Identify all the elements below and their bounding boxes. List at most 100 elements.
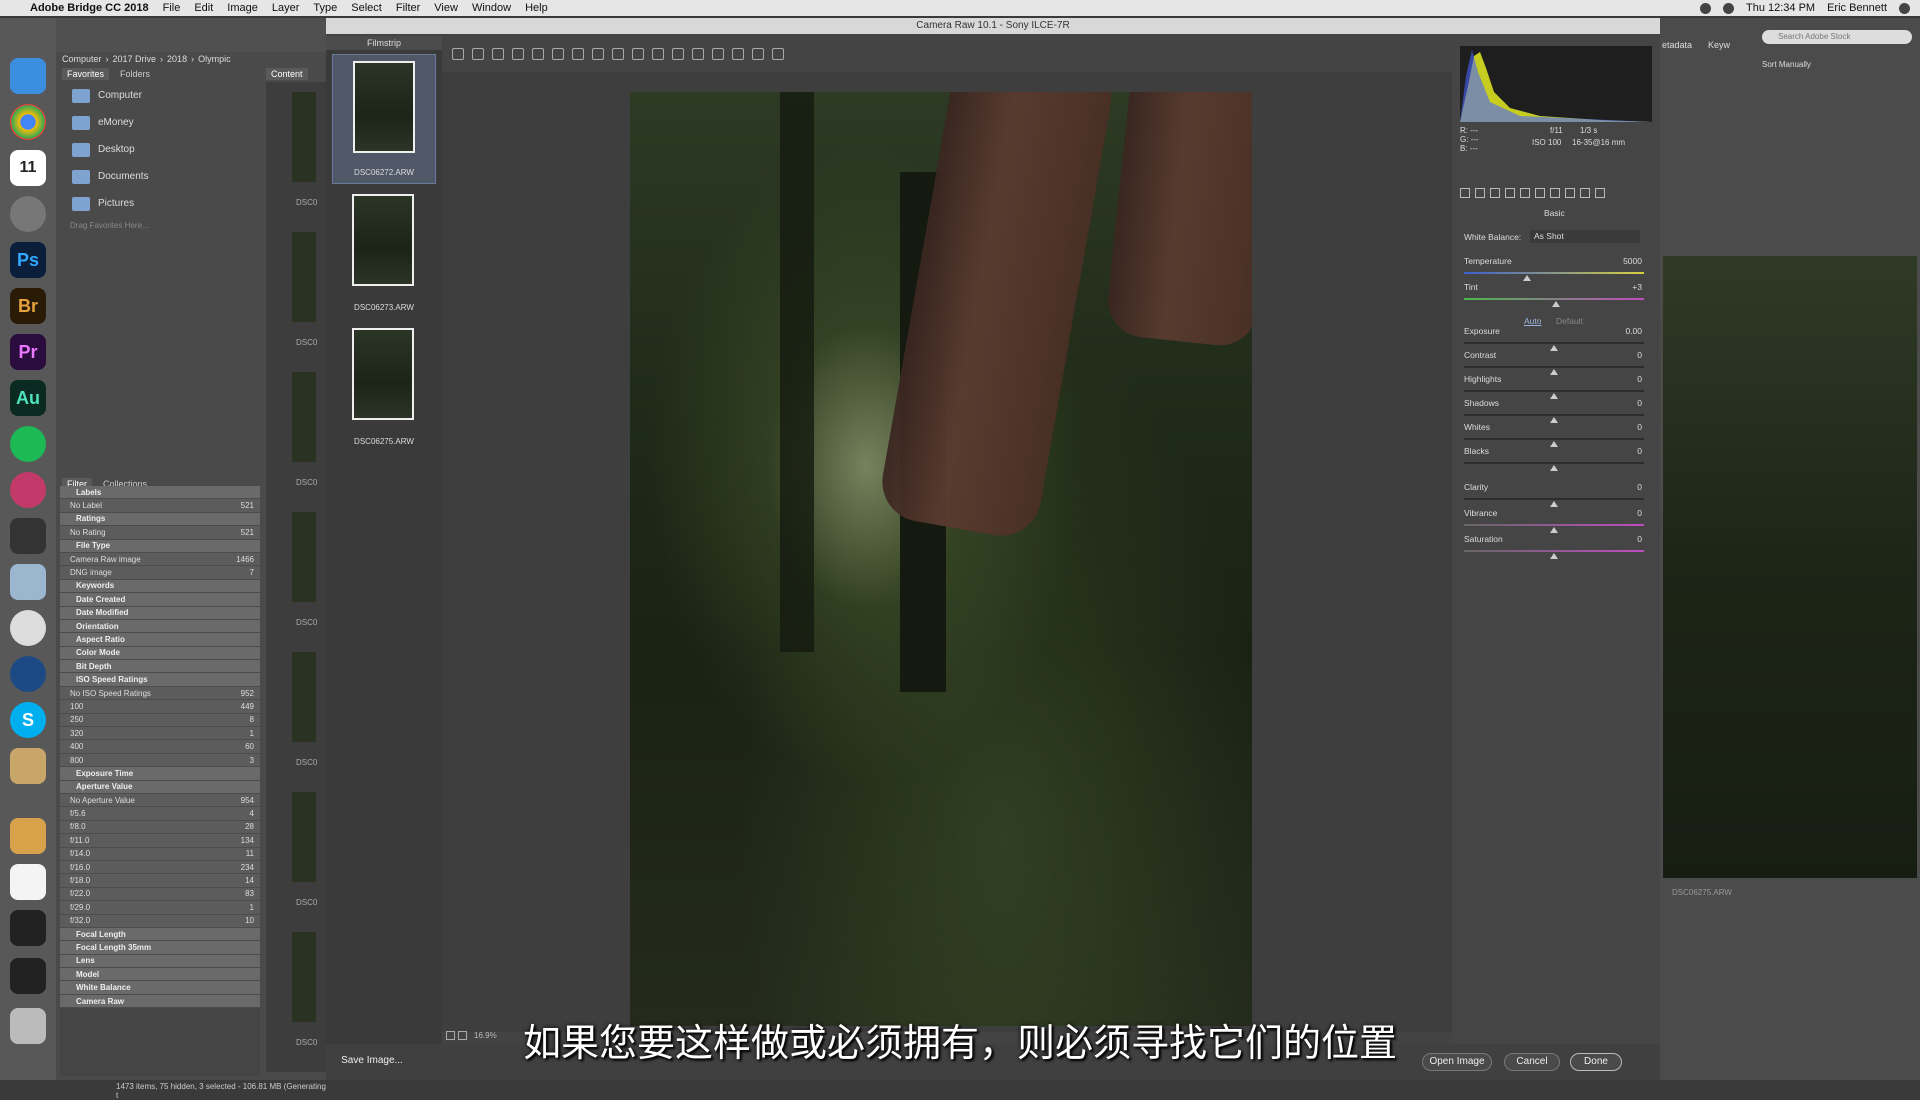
filter-row[interactable]: 400 60 xyxy=(60,740,260,754)
transform-tool-icon[interactable] xyxy=(592,48,604,60)
crop-tool-icon[interactable] xyxy=(552,48,564,60)
calibration-icon[interactable] xyxy=(1565,188,1575,198)
slider-thumb[interactable] xyxy=(1550,441,1558,447)
content-thumbnail[interactable] xyxy=(292,652,316,742)
breadcrumb-item[interactable]: 2017 Drive xyxy=(113,54,157,64)
bridge-icon[interactable]: Br xyxy=(10,288,46,324)
content-thumbnail[interactable] xyxy=(292,232,316,322)
filter-row[interactable]: f/8.0 28 xyxy=(60,820,260,835)
audition-icon[interactable]: Au xyxy=(10,380,46,416)
filter-row[interactable]: f/18.0 14 xyxy=(60,874,260,888)
filter-row[interactable]: No ISO Speed Ratings 952 xyxy=(60,686,260,701)
cancel-button[interactable]: Cancel xyxy=(1504,1053,1560,1071)
slider-thumb[interactable] xyxy=(1550,501,1558,507)
slider-thumb[interactable] xyxy=(1550,369,1558,375)
slider-track[interactable] xyxy=(1464,342,1644,344)
lens-corrections-icon[interactable] xyxy=(1535,188,1545,198)
slider-track[interactable] xyxy=(1464,272,1644,274)
slider-track[interactable] xyxy=(1464,550,1644,552)
favorite-item[interactable]: Computer xyxy=(60,82,260,109)
filter-row[interactable]: f/32.0 10 xyxy=(60,914,260,928)
save-image-button[interactable]: Save Image... xyxy=(336,1053,408,1071)
favorite-item[interactable]: Documents xyxy=(60,163,260,190)
sort-menu[interactable]: Sort Manually xyxy=(1762,60,1811,69)
slider-track[interactable] xyxy=(1464,524,1644,526)
filter-row[interactable]: 250 8 xyxy=(60,713,260,728)
filter-category[interactable]: Color Mode xyxy=(60,646,260,661)
filter-row[interactable]: No Rating 521 xyxy=(60,526,260,540)
hand-tool-icon[interactable] xyxy=(472,48,484,60)
premiere-icon[interactable]: Pr xyxy=(10,334,46,370)
white-balance-select[interactable]: As Shot xyxy=(1530,230,1640,243)
slider-value[interactable]: 0 xyxy=(1612,446,1642,456)
volume-icon[interactable] xyxy=(1722,2,1734,14)
tab-metadata[interactable]: etadata xyxy=(1662,40,1692,50)
content-thumbnail[interactable] xyxy=(292,932,316,1022)
basic-panel-icon[interactable] xyxy=(1460,188,1470,198)
filter-row[interactable]: f/5.6 4 xyxy=(60,807,260,821)
slider-value[interactable]: 0.00 xyxy=(1612,326,1642,336)
filter-row[interactable]: 800 3 xyxy=(60,753,260,768)
calendar-icon[interactable]: 11 xyxy=(10,150,46,186)
auto-link[interactable]: Auto xyxy=(1524,316,1542,326)
zoom-out-icon[interactable] xyxy=(446,1031,455,1040)
color-sampler-icon[interactable] xyxy=(512,48,524,60)
slider-value[interactable]: 0 xyxy=(1612,374,1642,384)
filter-row[interactable]: 100 449 xyxy=(60,700,260,714)
filter-category[interactable]: Keywords xyxy=(60,579,260,594)
camera-icon[interactable] xyxy=(10,518,46,554)
filter-category[interactable]: Bit Depth xyxy=(60,660,260,674)
breadcrumb-item[interactable]: 2018 xyxy=(167,54,187,64)
breadcrumb-item[interactable]: Olympic xyxy=(198,54,231,64)
split-toning-icon[interactable] xyxy=(1520,188,1530,198)
filter-category[interactable]: Model xyxy=(60,968,260,982)
filter-category[interactable]: Exposure Time xyxy=(60,767,260,781)
image-preview-area[interactable] xyxy=(442,72,1452,1032)
filter-category[interactable]: Aspect Ratio xyxy=(60,633,260,647)
stock-search-input[interactable]: Search Adobe Stock xyxy=(1762,30,1912,44)
spotify-icon[interactable] xyxy=(10,426,46,462)
slider-value[interactable]: +3 xyxy=(1612,282,1642,292)
trash-icon[interactable] xyxy=(10,1008,46,1044)
favorite-item[interactable]: Pictures xyxy=(60,190,260,217)
filter-row[interactable]: f/22.0 83 xyxy=(60,887,260,902)
slider-thumb[interactable] xyxy=(1550,553,1558,559)
preview-image[interactable] xyxy=(630,92,1252,1026)
finder-icon[interactable] xyxy=(10,58,46,94)
white-balance-tool-icon[interactable] xyxy=(492,48,504,60)
zoom-in-icon[interactable] xyxy=(458,1031,467,1040)
folder-icon[interactable] xyxy=(10,818,46,854)
skype-icon[interactable]: S xyxy=(10,702,46,738)
breadcrumb-item[interactable]: Computer xyxy=(62,54,102,64)
graduated-filter-icon[interactable] xyxy=(672,48,684,60)
tone-curve-icon[interactable] xyxy=(1475,188,1485,198)
preview-icon[interactable] xyxy=(10,564,46,600)
filmstrip-item[interactable]: DSC06275.ARW xyxy=(332,322,436,452)
filter-row[interactable]: f/16.0 234 xyxy=(60,860,260,875)
dvd-icon[interactable] xyxy=(10,610,46,646)
open-image-button[interactable]: Open Image xyxy=(1422,1053,1492,1071)
slider-thumb[interactable] xyxy=(1550,527,1558,533)
slider-track[interactable] xyxy=(1464,298,1644,300)
tab-keywords[interactable]: Keyw xyxy=(1708,40,1730,50)
slider-track[interactable] xyxy=(1464,366,1644,368)
zoom-level[interactable]: 16.9% xyxy=(474,1031,497,1040)
davinci-icon[interactable] xyxy=(10,472,46,508)
tab-favorites[interactable]: Favorites xyxy=(62,68,110,80)
default-link[interactable]: Default xyxy=(1556,316,1583,326)
tab-folders[interactable]: Folders xyxy=(115,68,155,80)
filter-row[interactable]: f/14.0 11 xyxy=(60,847,260,861)
chrome-icon[interactable] xyxy=(10,104,46,140)
filmstrip-item[interactable]: DSC06273.ARW xyxy=(332,188,436,318)
snapshots-icon[interactable] xyxy=(1595,188,1605,198)
detail-panel-icon[interactable] xyxy=(1490,188,1500,198)
slider-track[interactable] xyxy=(1464,498,1644,500)
menu-item[interactable]: Select xyxy=(351,2,382,14)
content-thumbnail[interactable] xyxy=(292,512,316,602)
slider-value[interactable]: 0 xyxy=(1612,398,1642,408)
straighten-tool-icon[interactable] xyxy=(572,48,584,60)
screen-icon[interactable] xyxy=(10,910,46,946)
menu-item[interactable]: File xyxy=(163,2,181,14)
spotlight-icon[interactable] xyxy=(1899,2,1910,14)
menu-item[interactable]: Layer xyxy=(272,2,300,14)
